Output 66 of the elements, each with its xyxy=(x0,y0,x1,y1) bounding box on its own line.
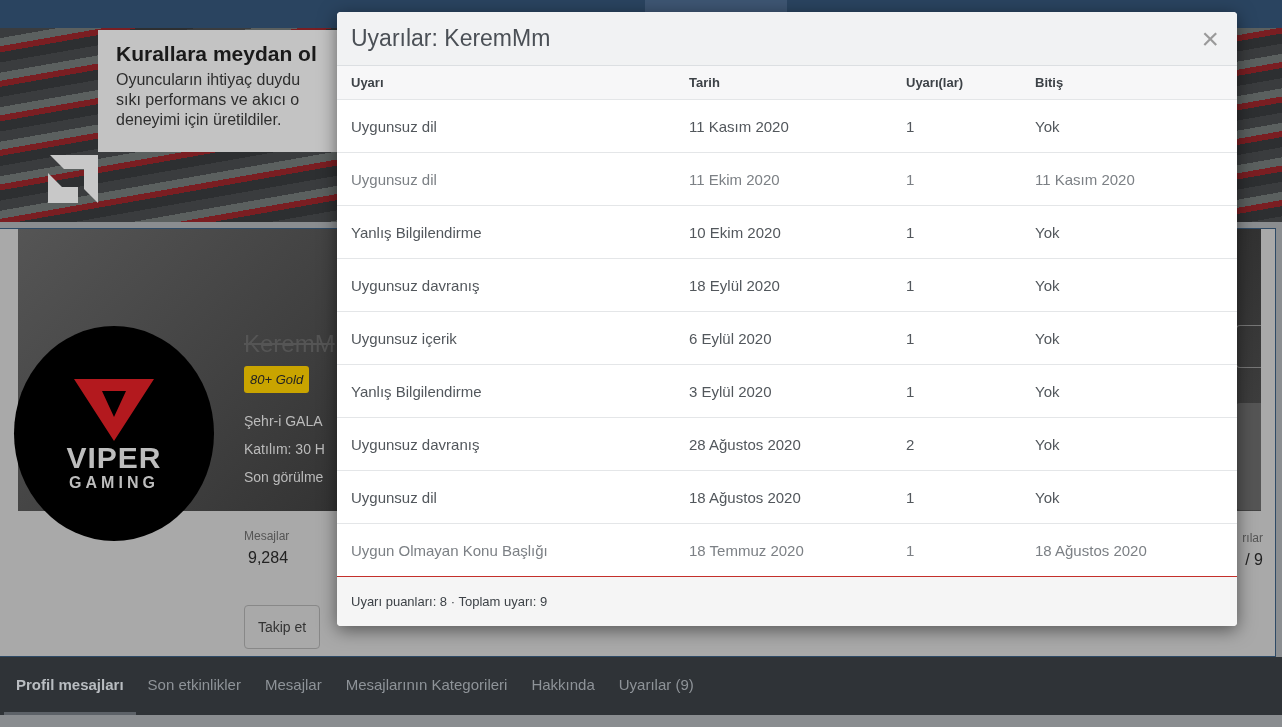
table-cell-text: 11 Kasım 2020 xyxy=(1035,170,1136,188)
table-cell-text: 18 Ağustos 2020 xyxy=(1035,541,1148,559)
table-cell-text: 1 xyxy=(906,117,916,135)
profile-info-line: Son görülme xyxy=(244,468,324,487)
table-cell-text: Yanlış Bilgilendirme xyxy=(351,382,483,400)
table-cell-text: Yok xyxy=(1035,117,1061,135)
table-cell-text: Uygunsuz davranış xyxy=(351,276,481,294)
table-cell-text: Yok xyxy=(1035,276,1061,294)
table-cell-text: 10 Ekim 2020 xyxy=(689,223,782,241)
table-cell-text: Yok xyxy=(1035,435,1061,453)
user-title-badge: 80+ Gold xyxy=(244,366,310,393)
square-logo-icon xyxy=(48,155,98,203)
profile-tab[interactable]: Son etkinlikler xyxy=(135,657,253,715)
table-cell-text: 1 xyxy=(906,382,916,400)
table-cell-text: 1 xyxy=(906,170,916,188)
table-cell-text: Uygunsuz dil xyxy=(351,170,438,188)
profile-tab[interactable]: Uyarılar (9) xyxy=(606,657,706,715)
table-cell-text: Uygunsuz içerik xyxy=(351,329,458,347)
column-header: Tarih xyxy=(689,75,721,90)
table-cell-text: Yok xyxy=(1035,488,1061,506)
profile-tab[interactable]: Mesajlarının Kategorileri xyxy=(333,657,520,715)
table-cell-text: 1 xyxy=(906,541,916,559)
logo-text: GAMING xyxy=(69,474,159,491)
table-cell-text: 11 Ekim 2020 xyxy=(689,170,781,188)
column-header: Uyarı xyxy=(351,75,385,90)
profile-info-line: Katılım: 30 H xyxy=(244,440,325,459)
column-header: Uyarı(lar) xyxy=(906,75,965,90)
stat-label: rılar xyxy=(1242,531,1263,545)
column-header: Bitiş xyxy=(1035,75,1065,90)
table-cell-text: 11 Kasım 2020 xyxy=(689,117,790,135)
ad-text-line: Oyuncuların ihtiyaç duydu xyxy=(116,70,302,90)
close-button[interactable]: × xyxy=(1197,23,1223,54)
table-cell-text: 1 xyxy=(906,488,916,506)
stat-value: 9,284 xyxy=(247,549,289,567)
table-cell-text: Uygunsuz dil xyxy=(351,117,438,135)
stat-label: Mesajlar xyxy=(244,529,290,543)
ad-text-line: sıkı performans ve akıcı o xyxy=(116,90,301,110)
dialog-footer-text: Uyarı puanları: 8 · Toplam uyarı: 9 xyxy=(337,577,1237,626)
table-cell-text: Yok xyxy=(1035,329,1061,347)
table-cell-text: 28 Ağustos 2020 xyxy=(689,435,802,453)
table-cell-text: 1 xyxy=(906,223,916,241)
follow-button[interactable]: Takip et xyxy=(244,605,320,649)
table-cell-text: Yok xyxy=(1035,382,1061,400)
dialog-title: Uyarılar: KeremMm xyxy=(351,25,551,52)
table-cell-text: 6 Eylül 2020 xyxy=(689,329,773,347)
table-cell-text: Uygunsuz davranış xyxy=(351,435,481,453)
profile-tab[interactable]: Profil mesajları xyxy=(4,657,136,715)
table-cell-text: 2 xyxy=(906,435,916,453)
profile-info-line: Şehr-i GALA xyxy=(244,412,323,431)
table-cell-text: 1 xyxy=(906,329,916,347)
ad-text-line: deneyimi için üretildiler. xyxy=(116,110,283,130)
logo-text: VIPER xyxy=(66,442,162,473)
table-cell-text: Uygun Olmayan Konu Başlığı xyxy=(351,541,549,559)
table-cell-text: 1 xyxy=(906,276,916,294)
triangle-logo-icon xyxy=(74,376,154,441)
ad-headline: Kurallara meydan ol xyxy=(116,42,318,66)
table-cell-text: Yok xyxy=(1035,223,1061,241)
table-cell-text: 18 Temmuz 2020 xyxy=(689,541,805,559)
stat-value: / 9 xyxy=(1244,551,1263,569)
table-cell-text: 18 Ağustos 2020 xyxy=(689,488,802,506)
table-cell-text: Yanlış Bilgilendirme xyxy=(351,223,483,241)
profile-tab[interactable]: Mesajlar xyxy=(252,657,334,715)
table-cell-text: 3 Eylül 2020 xyxy=(689,382,773,400)
table-cell-text: Uygunsuz dil xyxy=(351,488,438,506)
table-cell-text: 18 Eylül 2020 xyxy=(689,276,781,294)
profile-tab[interactable]: Hakkında xyxy=(519,657,607,715)
